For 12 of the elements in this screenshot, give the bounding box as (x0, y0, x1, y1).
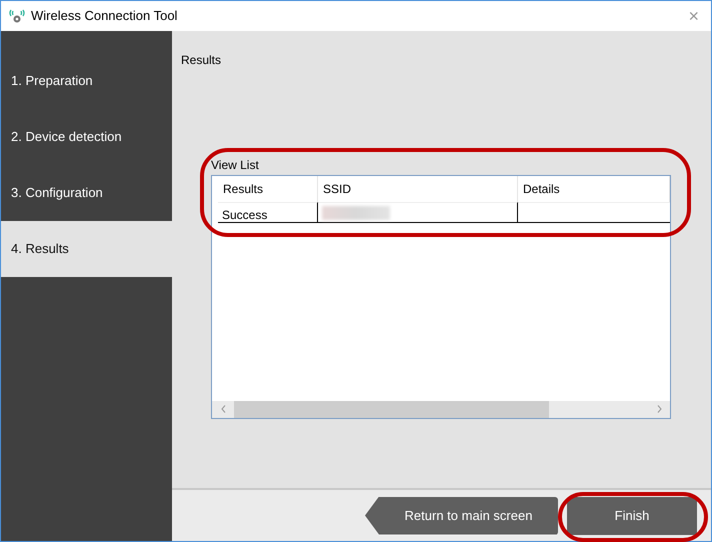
horizontal-scrollbar[interactable] (212, 400, 670, 418)
scroll-right-icon[interactable] (656, 404, 662, 413)
results-list[interactable]: Results SSID Details Success (211, 174, 671, 418)
wireless-gear-icon (9, 8, 25, 24)
window-title: Wireless Connection Tool (31, 7, 178, 26)
list-label: View List (211, 157, 259, 174)
table-cell: Success (218, 202, 318, 222)
wizard-step[interactable]: 4. Results (1, 221, 172, 277)
scroll-left-icon[interactable] (220, 404, 226, 413)
finish-button[interactable]: Finish (567, 496, 697, 534)
back-button[interactable]: Return to main screen (365, 496, 558, 534)
page-title: Results (181, 52, 222, 69)
